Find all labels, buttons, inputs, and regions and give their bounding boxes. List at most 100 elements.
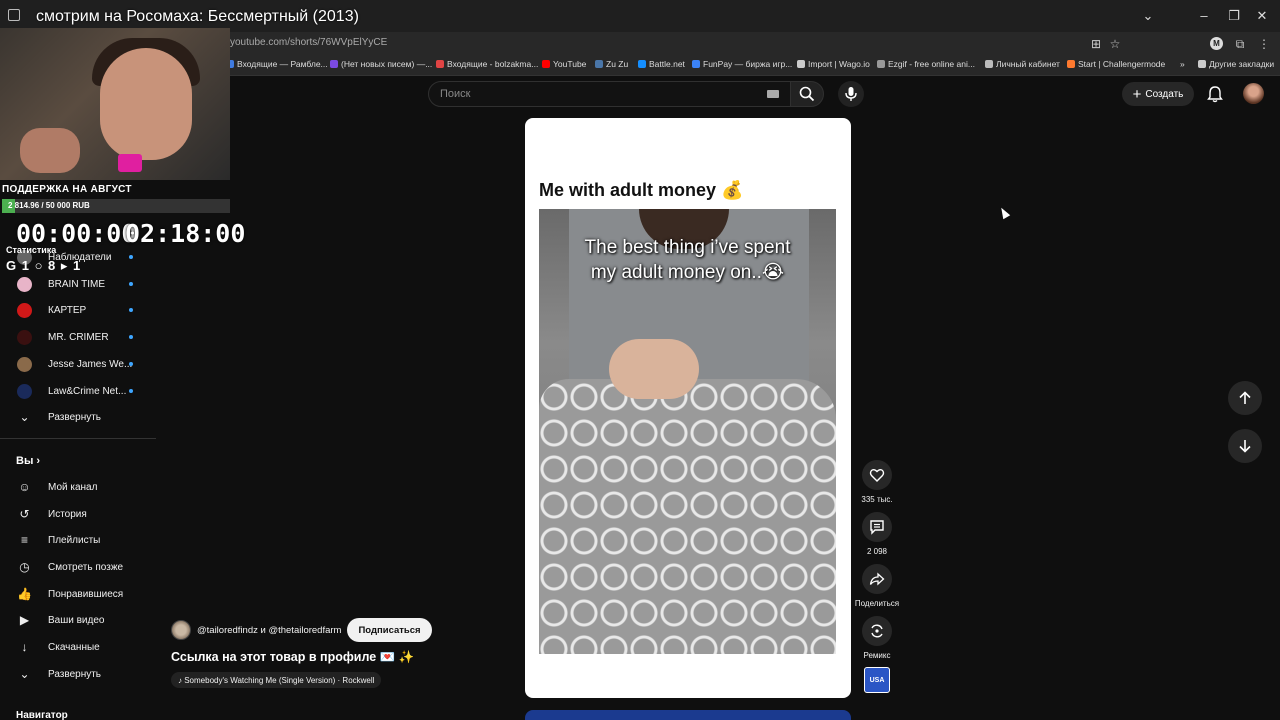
sidebar-divider — [0, 438, 156, 439]
sidebar-subscription-item[interactable]: BRAIN TIME — [0, 271, 156, 297]
sidebar-you-heading[interactable]: Вы › — [16, 455, 40, 467]
bookmark-favicon — [1067, 60, 1075, 68]
browser-profile-icon[interactable]: M — [1210, 37, 1223, 50]
share-label: Поделиться — [854, 599, 900, 608]
folder-icon — [1198, 60, 1206, 68]
new-content-dot — [129, 389, 133, 393]
sidebar-expand-you[interactable]: ⌄ Развернуть — [0, 661, 156, 687]
bookmark-item[interactable]: Входящие - bolzakma... — [436, 59, 538, 69]
arrow-down-icon — [1239, 440, 1251, 453]
bookmark-favicon — [797, 60, 805, 68]
sidebar-item-downloads[interactable]: ↓ Скачанные — [0, 634, 156, 660]
bookmark-item[interactable]: YouTube — [542, 59, 586, 69]
sidebar-subscription-item[interactable]: MR. CRIMER — [0, 324, 156, 350]
close-icon[interactable]: ✕ — [1252, 6, 1272, 26]
stream-timer-left: 00:00:00 — [16, 219, 137, 248]
search-box[interactable]: Поиск — [428, 81, 792, 107]
bookmark-item[interactable]: Входящие — Рамбле... — [226, 59, 328, 69]
chevron-down-icon: ⌄ — [19, 666, 30, 681]
keyboard-icon[interactable] — [767, 90, 779, 98]
bookmark-favicon — [436, 60, 444, 68]
sound-thumbnail[interactable]: USA — [864, 667, 890, 693]
sidebar-subscription-item[interactable]: Law&Crime Net... — [0, 378, 156, 404]
maximize-icon[interactable]: ❐ — [1224, 6, 1244, 26]
sidebar-item-your-videos[interactable]: ▶ Ваши видео — [0, 607, 156, 633]
sidebar-item-playlists[interactable]: ≡ Плейлисты — [0, 527, 156, 553]
sidebar-item-watch-later[interactable]: ◷ Смотреть позже — [0, 554, 156, 580]
user-icon: ☺ — [18, 479, 31, 494]
channel-avatar[interactable] — [171, 620, 191, 640]
minimize-icon[interactable]: – — [1194, 6, 1214, 26]
video-overlay-text: The best thing i’ve spent my adult money… — [584, 237, 791, 283]
stream-overlay-title: смотрим на Росомаха: Бессмертный (2013) — [36, 8, 359, 25]
short-video[interactable]: The best thing i’ve spent my adult money… — [539, 209, 836, 654]
bookmark-item[interactable]: Личный кабинет — [985, 59, 1060, 69]
extensions-icon[interactable]: ⧉ — [1232, 36, 1248, 52]
menu-icon[interactable]: ⋮ — [1256, 36, 1272, 52]
voice-search-button[interactable] — [838, 81, 864, 107]
sidebar-subscription-item[interactable]: КАРТЕР — [0, 297, 156, 323]
new-content-dot — [129, 308, 133, 312]
search-button[interactable] — [790, 81, 824, 107]
bookmark-favicon — [692, 60, 700, 68]
sidebar-subscription-item[interactable]: Jesse James We... — [0, 351, 156, 377]
youtube-icon — [542, 60, 550, 68]
tab-list-icon[interactable] — [8, 9, 20, 21]
subscribe-button[interactable]: Подписаться — [347, 618, 432, 642]
remix-icon — [871, 624, 883, 638]
stream-timer-right: 02:18:00 — [125, 219, 246, 248]
bookmarks-overflow-icon[interactable]: » — [1180, 59, 1185, 69]
url-field[interactable]: youtube.com/shorts/76WVpElYyCE — [230, 37, 387, 48]
support-progress-bar: 2 814.96 / 50 000 RUB — [2, 199, 230, 213]
plus-icon: + — [1132, 85, 1142, 103]
heart-icon — [869, 469, 885, 482]
user-avatar[interactable] — [1243, 83, 1264, 104]
bookmark-item[interactable]: FunPay — биржа игр... — [692, 59, 792, 69]
mic-icon — [845, 87, 857, 101]
bookmark-item[interactable]: Start | Challengermode — [1067, 59, 1165, 69]
like-button[interactable] — [862, 460, 892, 490]
music-pill[interactable]: ♪ Somebody's Watching Me (Single Version… — [171, 672, 382, 688]
share-button[interactable] — [862, 564, 892, 594]
sidebar-item-my-channel[interactable]: ☺ Мой канал — [0, 474, 156, 500]
channel-avatar — [17, 383, 32, 399]
bookmark-item[interactable]: (Нет новых писем) —... — [330, 59, 432, 69]
stream-stats-label: Статистика — [6, 245, 57, 255]
next-short-button[interactable] — [1228, 429, 1262, 463]
search-input[interactable]: Поиск — [440, 88, 470, 100]
previous-short-button[interactable] — [1228, 381, 1262, 415]
sidebar-expand-subscriptions[interactable]: ⌄ Развернуть — [0, 404, 156, 430]
channel-names[interactable]: @tailoredfindz и @thetailoredfarm — [197, 625, 341, 636]
stream-stats-values: G 1 ○ 8 ▸ 1 — [6, 258, 82, 273]
chevron-down-icon[interactable]: ⌄ — [1138, 6, 1158, 26]
mouse-cursor — [997, 205, 1011, 220]
create-button[interactable]: + Создать — [1122, 82, 1194, 106]
bookmark-star-icon[interactable]: ☆ — [1107, 36, 1123, 52]
notifications-bell-icon[interactable] — [1206, 85, 1224, 103]
short-card[interactable]: Me with adult money 💰 The best thing i’v… — [525, 118, 851, 698]
thumbs-up-icon: 👍 — [17, 586, 32, 601]
history-icon: ↺ — [19, 506, 30, 521]
microphone-icon — [118, 154, 142, 172]
sidebar-item-history[interactable]: ↺ История — [0, 501, 156, 527]
bookmark-favicon — [330, 60, 338, 68]
bookmark-item[interactable]: Ezgif - free online ani... — [877, 59, 975, 69]
short-caption: Me with adult money 💰 — [539, 180, 744, 200]
install-app-icon[interactable]: ⊞ — [1088, 36, 1104, 52]
new-content-dot — [129, 362, 133, 366]
bookmark-item[interactable]: Zu Zu — [595, 59, 628, 69]
channel-avatar — [17, 329, 32, 345]
comment-count: 2 098 — [866, 547, 888, 556]
next-short-preview[interactable] — [525, 710, 851, 720]
bookmark-favicon — [638, 60, 646, 68]
sidebar-item-liked[interactable]: 👍 Понравившиеся — [0, 581, 156, 607]
other-bookmarks[interactable]: Другие закладки — [1198, 59, 1274, 69]
bookmark-favicon — [877, 60, 885, 68]
video-hand — [609, 339, 699, 399]
comments-button[interactable] — [862, 512, 892, 542]
remix-button[interactable] — [862, 616, 892, 646]
bookmark-item[interactable]: Battle.net — [638, 59, 685, 69]
arrow-up-icon — [1239, 391, 1251, 404]
bookmark-item[interactable]: Import | Wago.io — [797, 59, 870, 69]
search-icon — [799, 86, 815, 102]
